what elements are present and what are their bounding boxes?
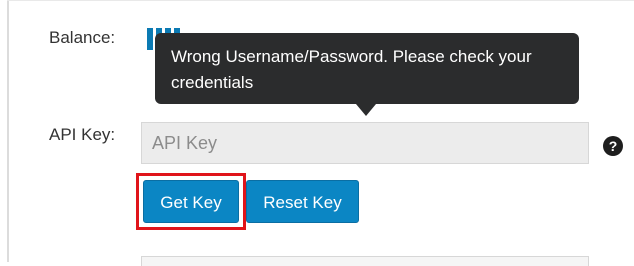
panel-top-border [7, 0, 634, 1]
error-tooltip-arrow [356, 104, 376, 116]
secondary-input-field[interactable] [141, 256, 589, 266]
balance-label: Balance: [49, 28, 116, 47]
api-key-label: API Key: [49, 125, 116, 144]
reset-key-button[interactable]: Reset Key [246, 180, 359, 223]
panel-left-border [7, 0, 9, 262]
error-tooltip-message: Wrong Username/Password. Please check yo… [171, 47, 532, 92]
question-circle-icon[interactable]: ? [603, 136, 623, 156]
error-tooltip: Wrong Username/Password. Please check yo… [155, 33, 579, 104]
api-key-input[interactable] [141, 122, 589, 164]
get-key-highlight-box [136, 173, 246, 230]
